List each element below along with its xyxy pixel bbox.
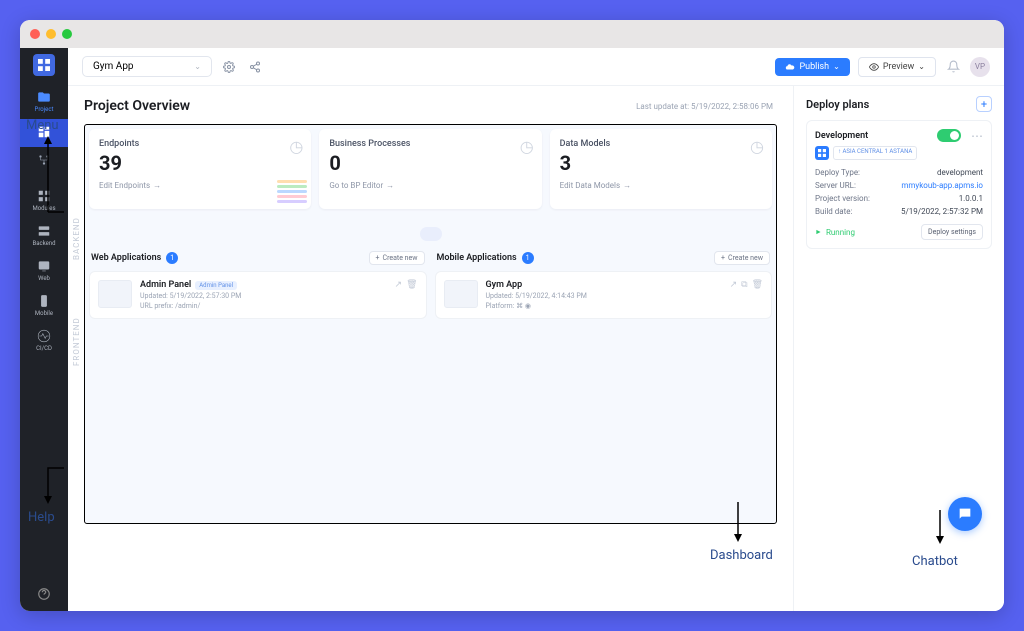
open-icon[interactable]: ↗	[395, 280, 403, 310]
sidebar-item-cicd[interactable]: CI/CD	[20, 323, 68, 358]
env-toggle[interactable]	[937, 129, 961, 142]
sidebar-item-project[interactable]: Project	[20, 84, 68, 119]
bp-card[interactable]: ◷ Business Processes 0 Go to BP Editor→	[319, 129, 541, 209]
clock-icon: ◷	[750, 137, 764, 156]
mobile-app-card[interactable]: Gym App Updated: 5/19/2022, 4:14:43 PM P…	[435, 271, 773, 319]
edit-models-link[interactable]: Edit Data Models→	[560, 181, 762, 190]
add-deploy-plan-button[interactable]: +	[976, 96, 992, 112]
chevron-down-icon: ⌄	[194, 62, 201, 71]
android-icon: ◉	[525, 302, 531, 310]
last-update: Last update at: 5/19/2022, 2:58:06 PM	[636, 102, 773, 111]
close-window-dot[interactable]	[30, 29, 40, 39]
chevron-down-icon: ⌄	[833, 62, 840, 71]
deploy-panel: Deploy plans + Development ⋯ ↑ ASIA CENT…	[794, 86, 1004, 611]
server-url-link[interactable]: mmykoub-app.apms.io	[901, 181, 983, 190]
cloud-icon	[420, 227, 442, 241]
status-badge: Running	[815, 228, 855, 237]
mobile-apps-section: Mobile Applications 1 +Create new Gym Ap…	[435, 247, 773, 519]
web-count-badge: 1	[166, 252, 178, 264]
apple-icon: ⌘	[516, 302, 523, 310]
web-app-card[interactable]: Admin PanelAdmin Panel Updated: 5/19/202…	[89, 271, 427, 319]
env-logo	[815, 146, 829, 160]
sidebar-item-mobile[interactable]: Mobile	[20, 288, 68, 323]
open-icon[interactable]: ↗	[730, 280, 738, 310]
sidebar-item-web[interactable]: Web	[20, 253, 68, 288]
endpoints-chart-icon	[277, 180, 307, 203]
notifications-icon[interactable]	[944, 58, 962, 76]
copy-icon[interactable]: ⧉	[741, 280, 747, 310]
delete-icon[interactable]: 🗑	[406, 280, 417, 310]
create-mobile-app-button[interactable]: +Create new	[714, 251, 770, 265]
sidebar-item-modules[interactable]: Modules	[20, 183, 68, 218]
share-icon[interactable]	[246, 58, 264, 76]
mobile-count-badge: 1	[522, 252, 534, 264]
app-logo[interactable]	[33, 54, 55, 76]
sidebar-item-workflow[interactable]	[20, 147, 68, 175]
settings-icon[interactable]	[220, 58, 238, 76]
app-thumbnail	[444, 280, 478, 308]
sidebar-item-designer[interactable]	[20, 119, 68, 147]
topbar: Gym App ⌄ Publish ⌄	[68, 48, 1004, 86]
create-web-app-button[interactable]: +Create new	[369, 251, 425, 265]
endpoints-card[interactable]: ◷ Endpoints 39 Edit Endpoints→	[89, 129, 311, 209]
publish-button[interactable]: Publish ⌄	[775, 58, 849, 76]
sidebar: Project Modules Backend Web	[20, 48, 68, 611]
chevron-down-icon: ⌄	[918, 62, 925, 71]
preview-button[interactable]: Preview ⌄	[858, 57, 936, 77]
clock-icon: ◷	[520, 137, 534, 156]
bp-editor-link[interactable]: Go to BP Editor→	[329, 181, 531, 190]
project-select[interactable]: Gym App ⌄	[82, 56, 212, 77]
delete-icon[interactable]: 🗑	[752, 280, 763, 310]
sidebar-item-backend[interactable]: Backend	[20, 218, 68, 253]
minimize-window-dot[interactable]	[46, 29, 56, 39]
deploy-settings-button[interactable]: Deploy settings	[921, 224, 983, 240]
dashboard-panel: ◷ Endpoints 39 Edit Endpoints→ ◷ Busi	[84, 124, 777, 524]
page-title: Project Overview	[84, 98, 190, 114]
edit-endpoints-link[interactable]: Edit Endpoints→	[99, 181, 301, 190]
app-thumbnail	[98, 280, 132, 308]
chatbot-button[interactable]	[948, 497, 982, 531]
web-apps-section: Web Applications 1 +Create new Admin Pan…	[89, 247, 427, 519]
browser-titlebar	[20, 20, 1004, 48]
clock-icon: ◷	[289, 137, 303, 156]
env-menu[interactable]: ⋯	[971, 133, 983, 139]
region-badge: ↑ ASIA CENTRAL 1 ASTANA	[833, 146, 917, 160]
maximize-window-dot[interactable]	[62, 29, 72, 39]
models-card[interactable]: ◷ Data Models 3 Edit Data Models→	[550, 129, 772, 209]
help-button[interactable]	[37, 587, 51, 603]
user-avatar[interactable]: VP	[970, 57, 990, 77]
